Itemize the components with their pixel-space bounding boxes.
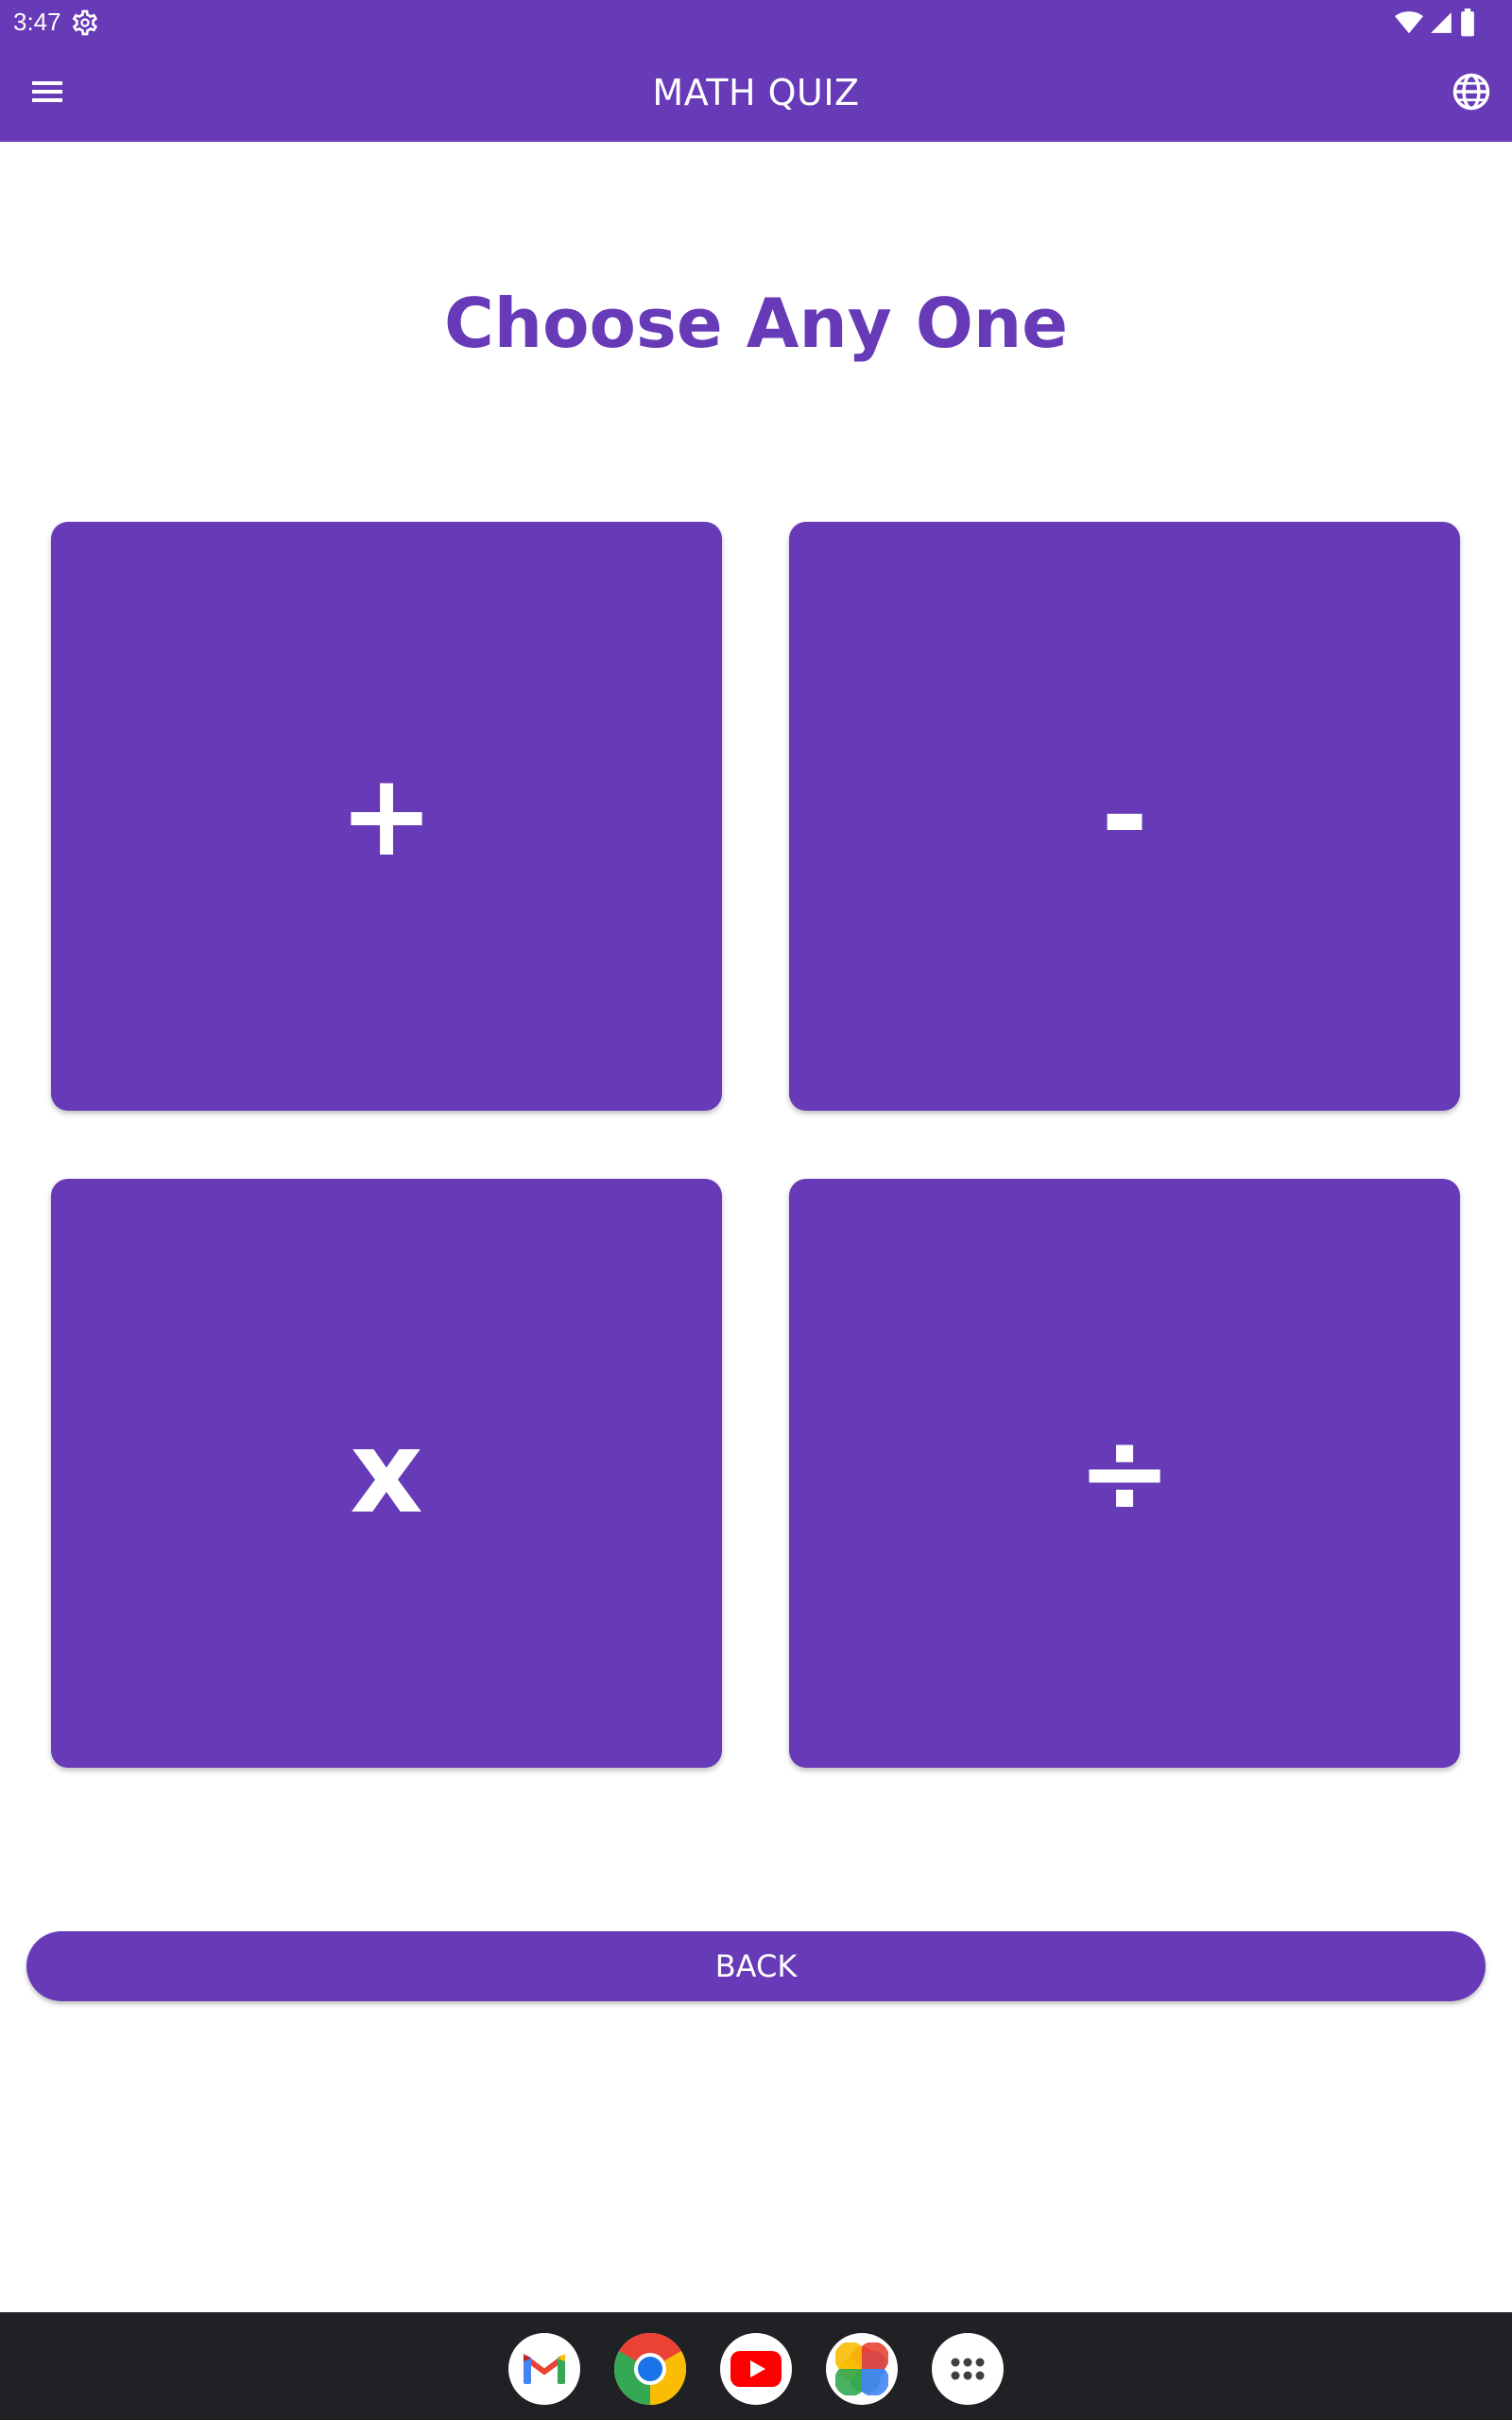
multiplication-button[interactable]: x bbox=[51, 1179, 722, 1768]
signal-icon bbox=[1429, 10, 1453, 35]
status-time: 3:47 bbox=[13, 8, 61, 36]
youtube-icon[interactable] bbox=[720, 2333, 792, 2405]
settings-gear-icon bbox=[70, 8, 100, 38]
battery-icon bbox=[1459, 9, 1476, 37]
status-icons bbox=[1395, 8, 1476, 38]
plus-symbol: + bbox=[338, 750, 435, 882]
photos-icon[interactable] bbox=[826, 2333, 898, 2405]
chrome-icon[interactable] bbox=[614, 2333, 686, 2405]
globe-icon[interactable] bbox=[1452, 72, 1491, 112]
subtraction-button[interactable]: - bbox=[789, 522, 1460, 1111]
times-symbol: x bbox=[350, 1407, 423, 1539]
division-button[interactable]: ÷ bbox=[789, 1179, 1460, 1768]
app-drawer-icon[interactable] bbox=[932, 2333, 1004, 2405]
minus-symbol: - bbox=[1101, 750, 1148, 882]
gmail-icon[interactable] bbox=[508, 2333, 580, 2405]
divide-symbol: ÷ bbox=[1076, 1407, 1173, 1539]
back-button[interactable]: BACK bbox=[26, 1931, 1486, 2001]
taskbar bbox=[0, 2312, 1512, 2420]
app-title: MATH QUIZ bbox=[652, 72, 860, 113]
wifi-icon bbox=[1395, 10, 1423, 35]
addition-button[interactable]: + bbox=[51, 522, 722, 1111]
app-header: 3:47 MATH QUIZ bbox=[0, 0, 1512, 142]
page-heading: Choose Any One bbox=[443, 284, 1069, 363]
